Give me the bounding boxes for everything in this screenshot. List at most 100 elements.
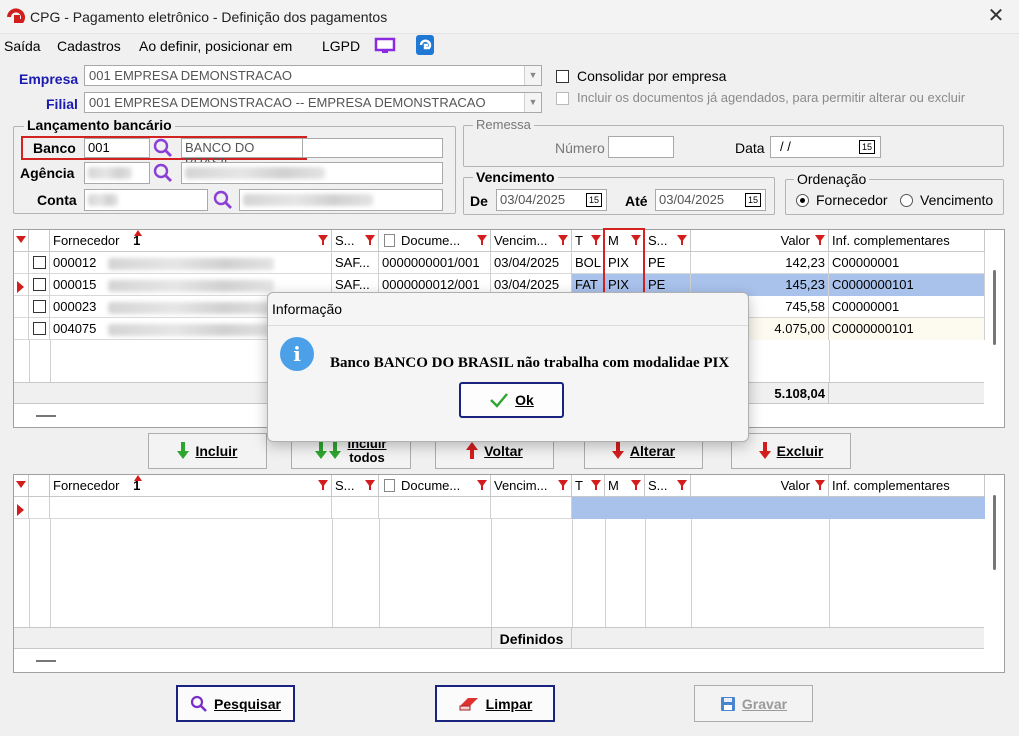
table-row[interactable]: 000012 SAF... 0000000001/001 03/04/2025 …	[14, 252, 985, 274]
menu-ao-definir[interactable]: Ao definir, posicionar em	[139, 38, 292, 54]
filial-value: 001 EMPRESA DEMONSTRACAO -- EMPRESA DEMO…	[89, 95, 486, 110]
monitor-icon[interactable]	[374, 37, 396, 55]
col-s2-label: S...	[648, 478, 668, 493]
agencia-input[interactable]	[84, 162, 150, 184]
radio-vencimento[interactable]	[900, 194, 913, 207]
search-icon[interactable]	[152, 137, 174, 159]
cell-fornecedor-code: 000012	[53, 255, 97, 270]
filial-select[interactable]: 001 EMPRESA DEMONSTRACAO -- EMPRESA DEMO…	[84, 92, 542, 113]
window-title: CPG - Pagamento eletrônico - Definição d…	[30, 9, 388, 25]
row-checkbox[interactable]	[33, 256, 46, 269]
filter-icon[interactable]	[815, 235, 825, 245]
col-inf[interactable]: Inf. complementares	[829, 475, 985, 497]
pesquisar-button[interactable]: Pesquisar	[176, 685, 295, 722]
limpar-button[interactable]: Limpar	[435, 685, 555, 722]
cell-documento: 0000000001/001	[379, 252, 491, 274]
row-checkbox[interactable]	[33, 278, 46, 291]
vertical-scrollbar[interactable]	[993, 495, 996, 570]
filter-icon[interactable]	[477, 480, 487, 490]
filter-icon[interactable]	[16, 236, 26, 243]
search-icon[interactable]	[152, 162, 174, 184]
sort-up-icon	[134, 475, 142, 481]
filter-icon[interactable]	[815, 480, 825, 490]
chevron-down-icon[interactable]: ▼	[524, 66, 541, 85]
filter-icon[interactable]	[631, 480, 641, 490]
excluir-button[interactable]: Excluir	[731, 433, 851, 469]
row-indicator	[14, 497, 29, 519]
col-fornecedor[interactable]: Fornecedor 1	[50, 475, 332, 497]
calendar-icon[interactable]: 15	[586, 193, 602, 207]
horizontal-scrollbar[interactable]	[36, 415, 56, 417]
col-s1[interactable]: S...	[332, 230, 379, 252]
col-inf[interactable]: Inf. complementares	[829, 230, 985, 252]
cell-s1	[332, 497, 379, 519]
filter-icon[interactable]	[558, 235, 568, 245]
col-m[interactable]: M	[605, 475, 645, 497]
banco-code-input[interactable]: 001	[84, 138, 150, 158]
col-valor[interactable]: Valor	[691, 230, 829, 252]
definidos-grid[interactable]: Fornecedor 1 S... Docume... Vencim... T …	[13, 474, 1005, 673]
row-indicator	[14, 274, 29, 296]
cell-fornecedor	[50, 497, 332, 519]
incluir-button[interactable]: Incluir	[148, 433, 267, 469]
search-icon	[190, 695, 207, 712]
close-icon[interactable]: ✕	[984, 5, 1008, 29]
filter-icon[interactable]	[677, 480, 687, 490]
filter-icon[interactable]	[558, 480, 568, 490]
conta-input[interactable]	[84, 189, 208, 211]
row-indicator-header	[14, 230, 29, 252]
horizontal-scrollbar[interactable]	[36, 660, 56, 662]
gravar-button[interactable]: Gravar	[694, 685, 813, 722]
col-t[interactable]: T	[572, 230, 605, 252]
g-app-icon[interactable]	[416, 35, 434, 55]
menu-saida[interactable]: Saída	[4, 38, 41, 54]
search-icon[interactable]	[212, 189, 234, 211]
dialog-message: Banco BANCO DO BRASIL não trabalha com m…	[330, 355, 730, 371]
col-t[interactable]: T	[572, 475, 605, 497]
filter-icon[interactable]	[16, 481, 26, 488]
col-valor[interactable]: Valor	[691, 475, 829, 497]
filter-icon[interactable]	[318, 235, 328, 245]
filter-icon[interactable]	[591, 480, 601, 490]
table-row-selected[interactable]	[14, 497, 985, 519]
col-t-label: T	[575, 233, 583, 248]
menu-lgpd[interactable]: LGPD	[322, 38, 360, 54]
chevron-down-icon[interactable]: ▼	[524, 93, 541, 112]
col-fornecedor[interactable]: Fornecedor 1	[50, 230, 332, 252]
filter-icon[interactable]	[365, 235, 375, 245]
ok-label: Ok	[515, 392, 534, 408]
radio-fornecedor[interactable]	[796, 194, 809, 207]
menu-cadastros[interactable]: Cadastros	[57, 38, 121, 54]
col-line	[50, 519, 51, 627]
numero-input[interactable]	[608, 136, 674, 158]
filter-icon[interactable]	[591, 235, 601, 245]
col-vencimento[interactable]: Vencim...	[491, 475, 572, 497]
col-documento[interactable]: Docume...	[379, 230, 491, 252]
calendar-icon[interactable]: 15	[859, 140, 875, 154]
col-inf-label: Inf. complementares	[832, 233, 950, 248]
incluir-docs-checkbox[interactable]	[556, 92, 569, 105]
col-s1-label: S...	[335, 233, 355, 248]
col-vencimento[interactable]: Vencim...	[491, 230, 572, 252]
calendar-icon[interactable]: 15	[745, 193, 761, 207]
col-s2[interactable]: S...	[645, 230, 691, 252]
row-checkbox[interactable]	[33, 322, 46, 335]
col-s2[interactable]: S...	[645, 475, 691, 497]
ok-button[interactable]: Ok	[459, 382, 564, 418]
col-line	[29, 519, 30, 627]
eraser-icon	[459, 697, 478, 710]
filter-icon[interactable]	[677, 235, 687, 245]
row-checkbox[interactable]	[33, 300, 46, 313]
filter-icon[interactable]	[318, 480, 328, 490]
col-fornecedor-label: Fornecedor	[53, 478, 120, 493]
col-valor-label: Valor	[780, 233, 810, 248]
filter-icon[interactable]	[477, 235, 487, 245]
limpar-label: Limpar	[485, 695, 533, 712]
col-documento-label: Docume...	[401, 478, 461, 493]
filter-icon[interactable]	[365, 480, 375, 490]
col-documento[interactable]: Docume...	[379, 475, 491, 497]
consolidar-checkbox[interactable]	[556, 70, 569, 83]
vertical-scrollbar[interactable]	[993, 270, 996, 345]
col-s1[interactable]: S...	[332, 475, 379, 497]
empresa-select[interactable]: 001 EMPRESA DEMONSTRACAO ▼	[84, 65, 542, 86]
